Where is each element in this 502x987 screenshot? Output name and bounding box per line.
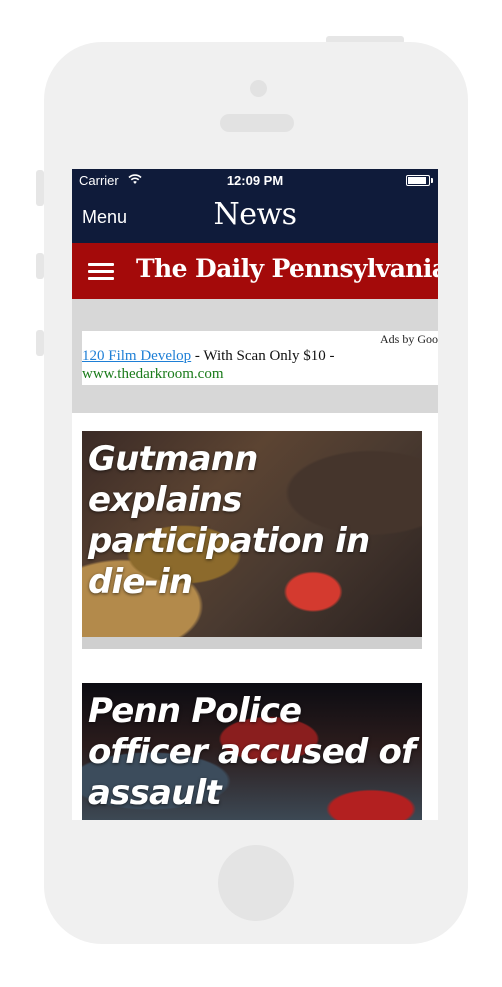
ad-headline: 120 Film Develop - With Scan Only $10 - (82, 348, 334, 365)
ad-banner[interactable]: Ads by Goog 120 Film Develop - With Scan… (82, 331, 438, 385)
battery-fill (408, 177, 426, 184)
battery-tip (431, 178, 433, 183)
earpiece-speaker (220, 114, 294, 132)
home-button[interactable] (218, 845, 294, 921)
article-title: Penn Police officer accused of assault (88, 691, 416, 813)
ad-banner-container: Ads by Goog 120 Film Develop - With Scan… (72, 299, 438, 413)
article-title: Gutmann explains participation in die-in (88, 439, 370, 602)
brand-bar: The Daily Pennsylvanian (72, 243, 438, 299)
battery-icon (406, 175, 433, 186)
article-card[interactable]: Penn Police officer accused of assault (82, 683, 422, 820)
article-card[interactable]: Gutmann explains participation in die-in (82, 431, 422, 649)
ad-description: - With Scan Only $10 - (191, 348, 335, 364)
nav-title: News (213, 197, 297, 232)
mute-switch (36, 170, 44, 206)
ad-url[interactable]: www.thedarkroom.com (82, 366, 224, 383)
ad-link[interactable]: 120 Film Develop (82, 348, 191, 364)
front-camera (250, 80, 267, 97)
hamburger-menu-icon[interactable] (88, 263, 114, 281)
status-bar: Carrier 12:09 PM (72, 169, 438, 191)
navigation-bar: Menu News (72, 191, 438, 243)
ads-by-google-label[interactable]: Ads by Goog (380, 332, 438, 347)
volume-down-button (36, 330, 44, 356)
volume-up-button (36, 253, 44, 279)
status-time: 12:09 PM (226, 173, 284, 188)
brand-logo: The Daily Pennsylvanian (136, 254, 438, 283)
app-screen: Carrier 12:09 PM Menu News The Daily Pen… (72, 169, 438, 820)
